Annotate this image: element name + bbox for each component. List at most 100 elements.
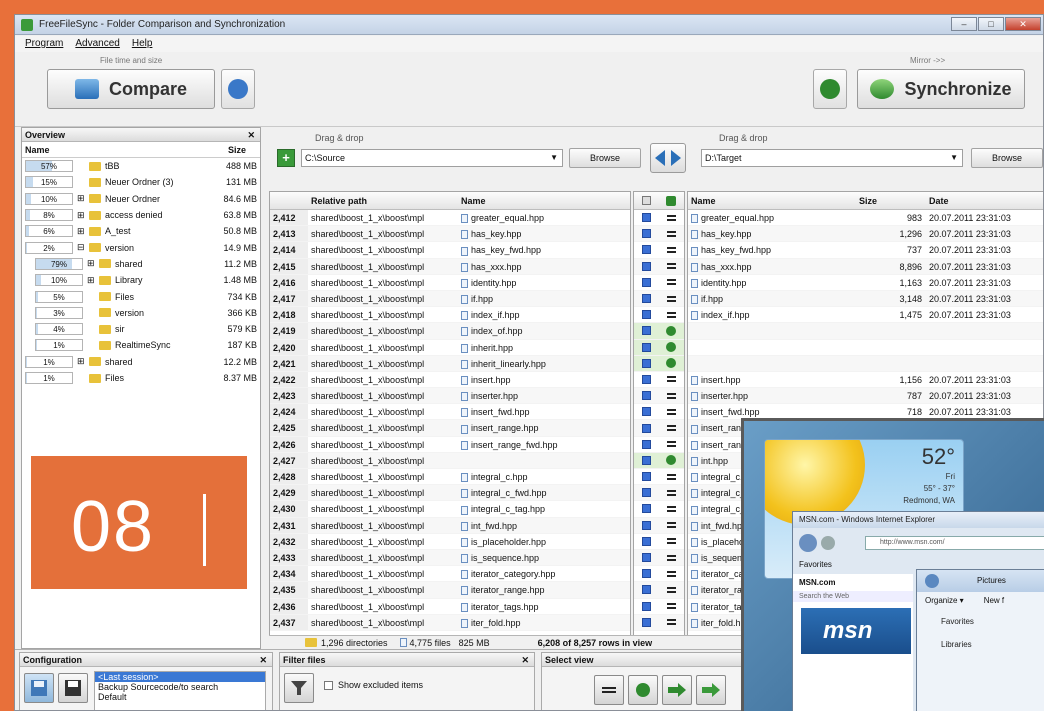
save-config-button[interactable] [24, 673, 54, 703]
ie-tab[interactable]: MSN.com [793, 574, 913, 591]
table-row[interactable]: 2,433 shared\boost_1_x\boost\mpl is_sequen… [270, 549, 630, 567]
table-row[interactable]: identity.hpp 1,163 20.07.2011 23:31:03 [688, 275, 1043, 291]
include-checkbox[interactable] [642, 213, 651, 223]
table-row[interactable] [688, 355, 1043, 372]
equal-icon[interactable] [667, 505, 676, 512]
table-row[interactable]: has_xxx.hpp 8,896 20.07.2011 23:31:03 [688, 258, 1043, 275]
equal-icon[interactable] [667, 619, 676, 626]
include-checkbox[interactable] [642, 407, 651, 417]
equal-icon[interactable] [667, 392, 676, 399]
table-row[interactable]: 2,412 shared\boost_1_x\boost\mpl greater_e… [270, 210, 630, 227]
left-col-relative-path[interactable]: Relative path [308, 192, 458, 209]
select-all-checkbox[interactable] [641, 196, 651, 205]
equal-icon[interactable] [667, 603, 676, 610]
equal-icon[interactable] [667, 246, 676, 253]
action-row[interactable] [634, 549, 684, 567]
right-col-date[interactable]: Date [926, 192, 1036, 209]
config-item[interactable]: Default [95, 692, 265, 702]
include-checkbox[interactable] [642, 585, 651, 595]
explorer-favorites[interactable]: Favorites [917, 617, 1044, 626]
config-item[interactable]: Backup Sourcecode/to search [95, 682, 265, 692]
action-row[interactable] [634, 420, 684, 437]
action-row[interactable] [634, 339, 684, 356]
expander-icon[interactable]: ⊟ [77, 242, 89, 253]
right-folder-input[interactable]: D:\Target ▼ [701, 149, 963, 167]
configuration-close-icon[interactable]: ✕ [259, 653, 267, 667]
equal-icon[interactable] [667, 279, 676, 286]
include-checkbox[interactable] [642, 601, 651, 611]
overview-row[interactable]: 10% ⊞ Neuer Ordner 84.6 MB [22, 191, 260, 207]
forward-icon[interactable] [821, 536, 835, 550]
table-row[interactable]: 2,416 shared\boost_1_x\boost\mpl identity.… [270, 274, 630, 291]
explorer-path[interactable]: Pictures [977, 576, 1006, 585]
menu-help[interactable]: Help [132, 36, 153, 52]
table-row[interactable]: 2,436 shared\boost_1_x\boost\mpl iterator_… [270, 598, 630, 615]
action-row[interactable] [634, 242, 684, 259]
add-folder-pair-icon[interactable]: + [277, 149, 295, 167]
action-row[interactable] [634, 437, 684, 453]
action-row[interactable] [634, 290, 684, 308]
action-row[interactable] [634, 469, 684, 486]
action-row[interactable] [634, 452, 684, 469]
table-row[interactable]: 2,413 shared\boost_1_x\boost\mpl has_key.h… [270, 226, 630, 243]
ie-search[interactable]: Search the Web [793, 591, 913, 602]
equal-icon[interactable] [667, 522, 676, 529]
table-row[interactable]: has_key.hpp 1,296 20.07.2011 23:31:03 [688, 226, 1043, 243]
overview-row[interactable]: 1% ⊞ shared 12.2 MB [22, 354, 260, 370]
table-row[interactable]: 2,418 shared\boost_1_x\boost\mpl index_if.… [270, 307, 630, 324]
include-checkbox[interactable] [642, 310, 651, 320]
title-bar[interactable]: FreeFileSync - Folder Comparison and Syn… [15, 15, 1043, 35]
table-row[interactable]: 2,425 shared\boost_1_x\boost\mpl insert_ra… [270, 420, 630, 437]
overview-row[interactable]: 6% ⊞ A_test 50.8 MB [22, 223, 260, 239]
include-checkbox[interactable] [642, 569, 651, 579]
compare-button[interactable]: Compare [47, 69, 215, 109]
include-checkbox[interactable] [642, 229, 651, 239]
action-row[interactable] [634, 355, 684, 372]
table-row[interactable]: 2,420 shared\boost_1_x\boost\mpl inherit.h… [270, 339, 630, 356]
include-checkbox[interactable] [642, 536, 651, 546]
table-row[interactable]: 2,431 shared\boost_1_x\boost\mpl int_fwd.h… [270, 517, 630, 534]
action-row[interactable] [634, 275, 684, 291]
table-row[interactable]: insert.hpp 1,156 20.07.2011 23:31:03 [688, 372, 1043, 389]
sync-action-icon[interactable] [666, 325, 677, 336]
table-row[interactable]: 2,424 shared\boost_1_x\boost\mpl insert_fw… [270, 404, 630, 421]
equal-icon[interactable] [667, 425, 676, 432]
table-row[interactable]: 2,414 shared\boost_1_x\boost\mpl has_key_f… [270, 242, 630, 259]
action-row[interactable] [634, 210, 684, 227]
include-checkbox[interactable] [642, 520, 651, 530]
table-row[interactable]: if.hpp 3,148 20.07.2011 23:31:03 [688, 290, 1043, 308]
overview-row[interactable]: 4% sir 579 KB [22, 321, 260, 337]
include-checkbox[interactable] [642, 245, 651, 255]
overview-row[interactable]: 1% Files 8.37 MB [22, 370, 260, 386]
sync-action-icon[interactable] [666, 358, 677, 369]
left-col-name[interactable]: Name [458, 192, 628, 209]
overview-row[interactable]: 79% ⊞ shared 11.2 MB [22, 256, 260, 272]
include-checkbox[interactable] [642, 261, 651, 271]
left-browse-button[interactable]: Browse [569, 148, 641, 168]
table-row[interactable]: 2,437 shared\boost_1_x\boost\mpl iter_fold… [270, 614, 630, 631]
action-row[interactable] [634, 372, 684, 389]
include-checkbox[interactable] [642, 294, 651, 304]
compare-settings-button[interactable] [221, 69, 255, 109]
table-row[interactable]: has_key_fwd.hpp 737 20.07.2011 23:31:03 [688, 242, 1043, 259]
action-row[interactable] [634, 258, 684, 275]
equal-icon[interactable] [667, 489, 676, 496]
table-row[interactable] [688, 340, 1043, 356]
action-row[interactable] [634, 501, 684, 518]
action-row[interactable] [634, 388, 684, 405]
swap-sides-button[interactable] [650, 143, 686, 173]
include-checkbox[interactable] [642, 504, 651, 514]
equal-icon[interactable] [667, 214, 676, 221]
right-col-name[interactable]: Name [688, 192, 856, 209]
explorer-libraries[interactable]: Libraries [917, 640, 1044, 649]
include-checkbox[interactable] [642, 488, 651, 498]
filter-close-icon[interactable]: ✕ [521, 653, 529, 667]
table-row[interactable]: 2,435 shared\boost_1_x\boost\mpl iterator_… [270, 582, 630, 599]
organize-button[interactable]: Organize ▾ [925, 596, 964, 605]
include-checkbox[interactable] [642, 472, 651, 482]
overview-row[interactable]: 5% Files 734 KB [22, 288, 260, 304]
table-row[interactable]: 2,428 shared\boost_1_x\boost\mpl integral_… [270, 469, 630, 486]
left-folder-input[interactable]: C:\Source ▼ [301, 149, 563, 167]
ie-favorites[interactable]: Favorites [799, 560, 832, 569]
new-folder-button[interactable]: New f [984, 596, 1004, 605]
